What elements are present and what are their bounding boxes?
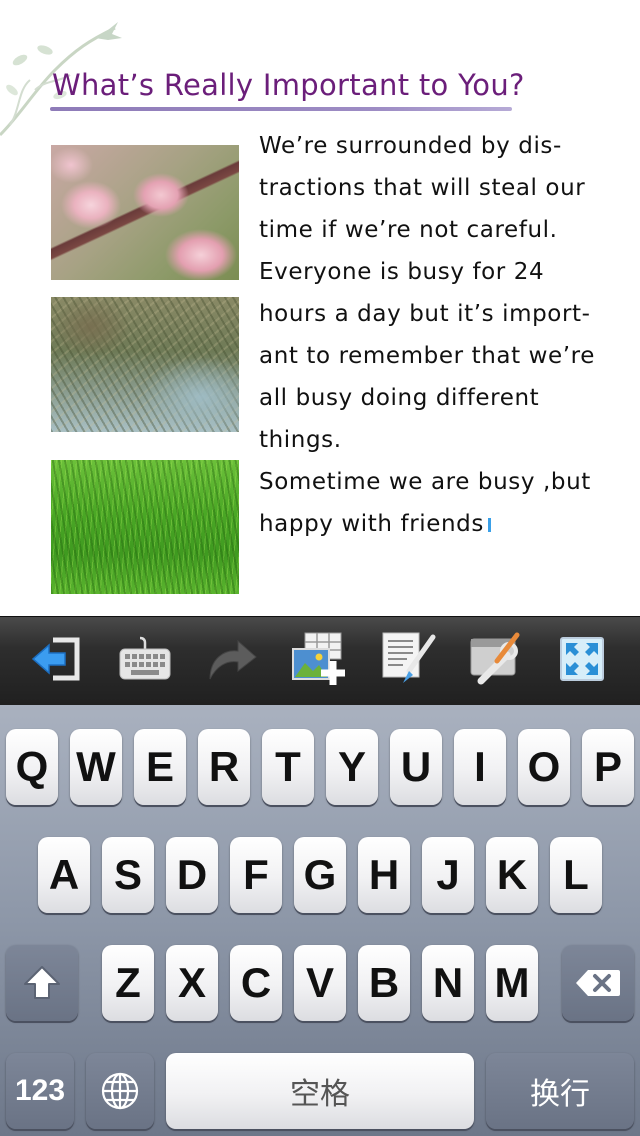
key-a[interactable]: A — [38, 837, 90, 913]
text-line: tractions that will steal our — [259, 175, 586, 201]
key-y[interactable]: Y — [326, 729, 378, 805]
fullscreen-icon — [560, 637, 604, 681]
key-q[interactable]: Q — [6, 729, 58, 805]
key-o[interactable]: O — [518, 729, 570, 805]
text-line: Sometime we are busy ,but — [259, 469, 591, 495]
text-line: all busy doing different — [259, 385, 540, 411]
key-s[interactable]: S — [102, 837, 154, 913]
key-f[interactable]: F — [230, 837, 282, 913]
edit-text-button[interactable] — [378, 629, 438, 689]
text-line: things. — [259, 427, 342, 453]
key-e[interactable]: E — [134, 729, 186, 805]
tree-branches-photo[interactable] — [51, 297, 239, 432]
insert-image-button[interactable] — [290, 629, 350, 689]
key-j[interactable]: J — [422, 837, 474, 913]
shift-key[interactable] — [6, 945, 78, 1021]
key-r[interactable]: R — [198, 729, 250, 805]
key-m[interactable]: M — [486, 945, 538, 1021]
title-underline — [50, 107, 512, 111]
document-title[interactable]: What’s Really Important to You? — [52, 68, 525, 102]
globe-key[interactable] — [86, 1053, 154, 1129]
text-line-content: happy with friends — [259, 511, 484, 537]
key-z[interactable]: Z — [102, 945, 154, 1021]
body-text[interactable]: We’re surrounded by dis- tractions that … — [259, 125, 599, 545]
keyboard-toggle-button[interactable] — [115, 629, 175, 689]
shift-icon — [24, 966, 60, 999]
text-line: ant to remember that we’re — [259, 343, 595, 369]
return-key[interactable]: 换行 — [486, 1053, 634, 1129]
key-n[interactable]: N — [422, 945, 474, 1021]
fullscreen-button[interactable] — [552, 629, 612, 689]
insert-image-icon — [292, 632, 345, 685]
key-h[interactable]: H — [358, 837, 410, 913]
space-key[interactable]: 空格 — [166, 1053, 474, 1129]
key-d[interactable]: D — [166, 837, 218, 913]
redo-icon — [209, 639, 257, 680]
exit-button[interactable] — [26, 629, 86, 689]
exit-icon — [31, 637, 80, 681]
text-line: time if we’re not careful. — [259, 217, 558, 243]
backspace-key[interactable] — [562, 945, 634, 1021]
key-x[interactable]: X — [166, 945, 218, 1021]
globe-icon — [101, 1072, 139, 1110]
text-line-last: happy with friends — [259, 503, 599, 545]
edit-text-icon — [382, 632, 436, 683]
tools-button[interactable] — [466, 629, 526, 689]
backspace-icon — [576, 970, 620, 996]
key-c[interactable]: C — [230, 945, 282, 1021]
text-line: hours a day but it’s import- — [259, 301, 591, 327]
key-k[interactable]: K — [486, 837, 538, 913]
key-p[interactable]: P — [582, 729, 634, 805]
key-v[interactable]: V — [294, 945, 346, 1021]
grass-photo[interactable] — [51, 460, 239, 594]
key-u[interactable]: U — [390, 729, 442, 805]
key-w[interactable]: W — [70, 729, 122, 805]
keyboard-icon — [119, 636, 171, 680]
key-t[interactable]: T — [262, 729, 314, 805]
text-line: Everyone is busy for 24 — [259, 259, 545, 285]
cherry-blossom-photo[interactable] — [51, 145, 239, 280]
text-line: We’re surrounded by dis- — [259, 133, 562, 159]
tools-icon — [470, 632, 520, 685]
numbers-key[interactable]: 123 — [6, 1053, 74, 1129]
text-cursor — [487, 518, 491, 532]
key-l[interactable]: L — [550, 837, 602, 913]
redo-button[interactable] — [202, 629, 262, 689]
key-b[interactable]: B — [358, 945, 410, 1021]
document-canvas[interactable]: What’s Really Important to You? We’re su… — [0, 0, 640, 616]
key-g[interactable]: G — [294, 837, 346, 913]
editor-toolbar — [0, 616, 640, 705]
key-i[interactable]: I — [454, 729, 506, 805]
on-screen-keyboard: Q W E R T Y U I O P A S D F G H J K L Z … — [0, 705, 640, 1136]
